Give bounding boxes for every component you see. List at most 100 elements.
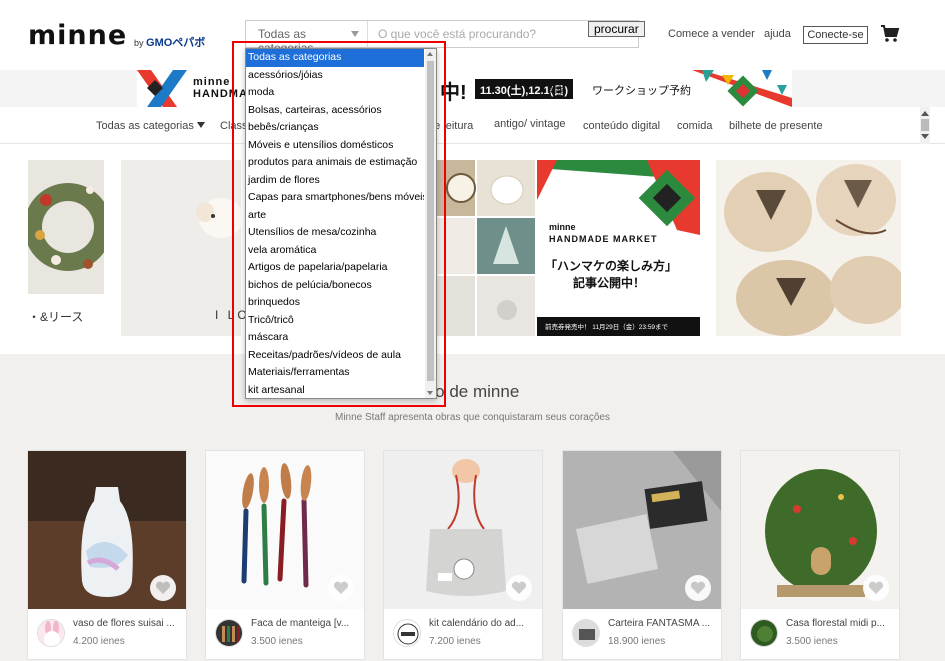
product-price: 18.900 ienes xyxy=(608,636,666,647)
dropdown-scrollbar-thumb[interactable] xyxy=(427,61,434,381)
category-option[interactable]: moda xyxy=(246,84,424,102)
cart-icon-svg xyxy=(881,25,900,42)
carousel-slide-handmade-market[interactable]: minne HANDMADE MARKET 「ハンマケの楽しみ方」 記事公開中！… xyxy=(537,160,700,336)
product-name[interactable]: vaso de flores suisai ... xyxy=(73,618,183,629)
category-option[interactable]: Utensílios de mesa/cozinha xyxy=(246,224,424,242)
scroll-down-icon[interactable] xyxy=(427,391,433,395)
search-button[interactable]: procurar xyxy=(588,21,645,37)
nav-item-digital[interactable]: conteúdo digital xyxy=(583,120,660,132)
start-selling-link[interactable]: Comece a vender xyxy=(668,28,755,40)
favorite-button[interactable] xyxy=(150,575,176,601)
scroll-up-icon[interactable] xyxy=(921,111,929,116)
scroll-up-icon[interactable] xyxy=(427,52,433,56)
avatar[interactable] xyxy=(572,619,600,647)
category-options: Todas as categorias acessórios/jóias moda B… xyxy=(246,49,424,399)
category-option[interactable]: bebês/crianças xyxy=(246,119,424,137)
category-option[interactable]: kit artesanal xyxy=(246,382,424,399)
favorite-button[interactable] xyxy=(685,575,711,601)
promo-headline-2: 記事公開中！ xyxy=(573,276,646,290)
site-header: minne by GMOペパボ Todas as categorias proc… xyxy=(0,0,945,70)
nav-item-antigo[interactable]: antigo/ vintage xyxy=(494,118,566,130)
product-card[interactable]: Casa florestal midi p... 3.500 ienes xyxy=(740,450,900,660)
feature-title: ão de minne xyxy=(425,382,520,401)
promo-footer: 前売券発売中！ 11月29日（金）23:59まで xyxy=(545,324,669,331)
category-option[interactable]: acessórios/jóias xyxy=(246,67,424,85)
heart-icon xyxy=(511,581,527,594)
search-bar: Todas as categorias procurar xyxy=(245,20,645,55)
cart-icon[interactable] xyxy=(880,24,900,44)
carousel-slide-bibs[interactable] xyxy=(716,160,901,336)
favorite-button[interactable] xyxy=(506,575,532,601)
banner-date-suffix: 開催 xyxy=(548,85,567,95)
category-option[interactable]: arte xyxy=(246,207,424,225)
category-option[interactable]: produtos para animais de estimação xyxy=(246,154,424,172)
category-option[interactable]: vela aromática xyxy=(246,242,424,260)
avatar[interactable] xyxy=(37,619,65,647)
login-button[interactable]: Conecte-se xyxy=(803,26,868,44)
nav-item-bilhete[interactable]: bilhete de presente xyxy=(729,120,823,132)
chevron-down-icon xyxy=(351,31,359,37)
category-option[interactable]: Tricô/tricô xyxy=(246,312,424,330)
category-option[interactable]: Materiais/ferramentas xyxy=(246,364,424,382)
rabbit-avatar-image xyxy=(38,620,64,646)
promo-title: HANDMADE MARKET xyxy=(549,234,658,244)
category-option[interactable]: Receitas/padrões/vídeos de aula xyxy=(246,347,424,365)
nav-scrollbar-thumb[interactable] xyxy=(921,119,929,131)
heart-icon xyxy=(868,581,884,594)
scroll-down-icon[interactable] xyxy=(921,134,929,139)
favorite-button[interactable] xyxy=(863,575,889,601)
product-price: 4.200 ienes xyxy=(73,636,125,647)
category-option[interactable]: Todas as categorias xyxy=(246,49,424,67)
nav-item-comida[interactable]: comida xyxy=(677,120,712,132)
search-input[interactable] xyxy=(368,21,586,47)
avatar[interactable] xyxy=(750,619,778,647)
category-option[interactable]: Capas para smartphones/bens móveis xyxy=(246,189,424,207)
favorite-button[interactable] xyxy=(328,575,354,601)
help-link[interactable]: ajuda xyxy=(764,28,791,40)
banner-brand-line1: minne xyxy=(193,76,231,88)
product-name[interactable]: kit calendário do ad... xyxy=(429,618,539,629)
heart-icon xyxy=(155,581,171,594)
minne-logo[interactable]: minne xyxy=(28,20,127,51)
category-option[interactable]: Bolsas, carteiras, acessórios xyxy=(246,102,424,120)
category-option[interactable]: máscara xyxy=(246,329,424,347)
forest-avatar-image xyxy=(751,620,777,646)
product-name[interactable]: Faca de manteiga [v... xyxy=(251,618,361,629)
shop-avatar-image xyxy=(394,620,420,646)
category-option[interactable]: jardim de flores xyxy=(246,172,424,190)
page: minne by GMOペパボ Todas as categorias proc… xyxy=(0,0,945,661)
category-option[interactable]: brinquedos xyxy=(246,294,424,312)
avatar[interactable] xyxy=(393,619,421,647)
avatar[interactable] xyxy=(215,619,243,647)
nav-all-categories[interactable]: Todas as categorias xyxy=(96,120,205,132)
promo-banner-image[interactable]: minne HANDMA 中! 11.30(土),12.1(日) 開催 ワークシ… xyxy=(137,70,792,107)
product-price: 3.500 ienes xyxy=(251,636,303,647)
knit-bibs-image xyxy=(716,160,901,336)
logo-by: by xyxy=(134,38,144,48)
caret-down-icon xyxy=(196,122,205,128)
category-option[interactable]: bichos de pelúcia/bonecos xyxy=(246,277,424,295)
heart-icon xyxy=(333,581,349,594)
product-name[interactable]: Carteira FANTASMA ... xyxy=(608,618,718,629)
nav-all-categories-label: Todas as categorias xyxy=(96,120,194,132)
category-select[interactable]: Todas as categorias xyxy=(246,21,368,55)
product-card[interactable]: kit calendário do ad... 7.200 ienes xyxy=(383,450,543,660)
category-option[interactable]: Artigos de papelaria/papelaria xyxy=(246,259,424,277)
hero-carousel: ・&リース I LOV minne HANDMADE MARKET 「ハンマケの… xyxy=(0,144,945,354)
product-card[interactable]: Faca de manteiga [v... 3.500 ienes xyxy=(205,450,365,660)
banner-x-graphic xyxy=(137,70,187,107)
carousel-slide-grid[interactable] xyxy=(437,160,537,336)
product-card[interactable]: vaso de flores suisai ... 4.200 ienes xyxy=(27,450,187,660)
product-card[interactable]: Carteira FANTASMA ... 18.900 ienes xyxy=(562,450,722,660)
promo-banner[interactable]: minne HANDMA 中! 11.30(土),12.1(日) 開催 ワークシ… xyxy=(0,70,945,107)
knives-avatar-image xyxy=(216,620,242,646)
feature-section: ão de minne Minne Staff apresenta obras … xyxy=(0,354,945,661)
product-name[interactable]: Casa florestal midi p... xyxy=(786,618,896,629)
dropdown-scrollbar[interactable] xyxy=(425,49,436,398)
category-dropdown-list[interactable]: Todas as categorias acessórios/jóias moda B… xyxy=(245,48,437,399)
nav-scrollbar[interactable] xyxy=(920,107,930,144)
logo-company-name: GMOペパボ xyxy=(146,37,206,49)
category-option[interactable]: Móveis e utensílios domésticos xyxy=(246,137,424,155)
banner-ribbon-graphic xyxy=(692,70,792,107)
carousel-slide-wreath[interactable] xyxy=(28,160,104,294)
